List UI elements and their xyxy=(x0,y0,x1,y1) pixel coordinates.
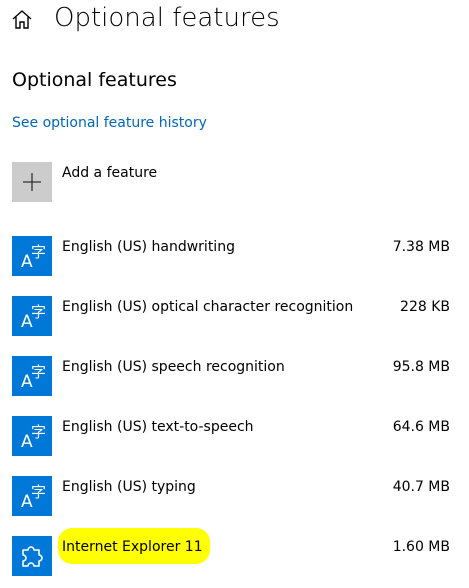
feature-item-handwriting[interactable]: A 字 English (US) handwriting 7.38 MB xyxy=(12,236,452,276)
home-icon xyxy=(12,10,32,29)
feature-size: 95.8 MB xyxy=(392,359,450,375)
svg-text:字: 字 xyxy=(31,243,46,261)
feature-item-internet-explorer[interactable]: Internet Explorer 11 1.60 MB xyxy=(12,528,452,576)
svg-text:字: 字 xyxy=(31,303,46,321)
svg-text:字: 字 xyxy=(31,423,46,441)
feature-name: English (US) text-to-speech xyxy=(62,419,254,435)
feature-name: Internet Explorer 11 xyxy=(62,539,203,555)
svg-text:字: 字 xyxy=(31,483,46,501)
feature-size: 64.6 MB xyxy=(392,419,450,435)
feature-name: English (US) optical character recogniti… xyxy=(62,299,354,315)
add-feature-button[interactable]: Add a feature xyxy=(12,162,452,202)
feature-name: English (US) speech recognition xyxy=(62,359,285,375)
page-title: Optional features xyxy=(54,3,280,33)
feature-size: 1.60 MB xyxy=(392,539,450,555)
feature-item-ocr[interactable]: A 字 English (US) optical character recog… xyxy=(12,296,452,336)
svg-text:字: 字 xyxy=(31,363,46,381)
feature-size: 7.38 MB xyxy=(392,239,450,255)
feature-icon-tile: A 字 xyxy=(12,356,52,396)
language-icon: A 字 xyxy=(21,363,46,392)
header: Optional features xyxy=(0,0,469,40)
feature-size: 228 KB xyxy=(400,299,450,315)
add-feature-label: Add a feature xyxy=(62,165,158,181)
settings-page: Optional features Optional features See … xyxy=(0,0,469,588)
feature-item-text-to-speech[interactable]: A 字 English (US) text-to-speech 64.6 MB xyxy=(12,416,452,456)
feature-size: 40.7 MB xyxy=(392,479,450,495)
feature-icon-tile: A 字 xyxy=(12,236,52,276)
language-icon: A 字 xyxy=(21,483,46,512)
plus-icon xyxy=(23,173,41,191)
add-feature-tile xyxy=(12,162,52,202)
feature-icon-tile: A 字 xyxy=(12,476,52,516)
language-icon: A 字 xyxy=(21,423,46,452)
feature-icon-tile: A 字 xyxy=(12,416,52,456)
feature-name: English (US) handwriting xyxy=(62,239,235,255)
language-icon: A 字 xyxy=(21,303,46,332)
home-button[interactable] xyxy=(8,6,36,34)
feature-history-link[interactable]: See optional feature history xyxy=(12,114,207,132)
section-title: Optional features xyxy=(12,69,177,91)
feature-icon-tile xyxy=(12,536,52,576)
feature-item-typing[interactable]: A 字 English (US) typing 40.7 MB xyxy=(12,476,452,516)
feature-item-speech-recognition[interactable]: A 字 English (US) speech recognition 95.8… xyxy=(12,356,452,396)
feature-name: English (US) typing xyxy=(62,479,196,495)
puzzle-piece-icon xyxy=(22,546,43,567)
language-icon: A 字 xyxy=(21,243,46,272)
feature-icon-tile: A 字 xyxy=(12,296,52,336)
